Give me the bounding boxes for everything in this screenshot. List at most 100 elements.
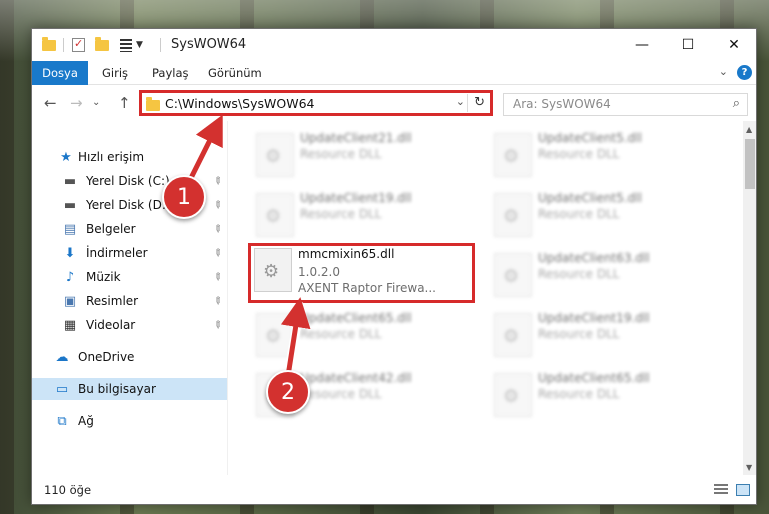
file-name: UpdateClient5.dll — [538, 131, 642, 145]
refresh-icon[interactable]: ↻ — [474, 95, 485, 110]
properties-check-icon[interactable] — [72, 36, 85, 54]
cloud-icon: ☁ — [55, 349, 69, 365]
dll-file-icon — [256, 193, 294, 237]
sidebar-item-resimler[interactable]: ▣ Resimler ✎ — [32, 290, 227, 312]
customize-icon[interactable] — [116, 36, 132, 54]
file-version: 1.0.2.0 — [298, 265, 340, 279]
up-button[interactable]: ↑ — [118, 94, 131, 112]
scroll-thumb[interactable] — [745, 139, 755, 189]
address-bar[interactable]: C:\Windows\SysWOW64 ⌄ ↻ — [139, 90, 493, 116]
star-icon: ★ — [60, 149, 72, 165]
file-name: mmcmixin65.dll — [298, 247, 395, 261]
dll-file-icon — [494, 373, 532, 417]
recent-locations-icon[interactable]: ⌄ — [92, 97, 100, 108]
pin-icon[interactable]: ✎ — [210, 222, 224, 236]
sidebar-item-onedrive[interactable]: ☁ OneDrive — [32, 346, 227, 368]
videos-icon: ▦ — [63, 317, 77, 333]
dll-file-icon — [494, 193, 532, 237]
ribbon-tabs: Dosya Giriş Paylaş Görünüm ⌄ ? — [32, 61, 756, 85]
vertical-scrollbar[interactable]: ▲ ▼ — [743, 121, 756, 475]
pin-icon[interactable]: ✎ — [210, 294, 224, 308]
dll-file-icon — [494, 133, 532, 177]
minimize-button[interactable]: — — [619, 29, 665, 61]
file-description: AXENT Raptor Firewa... — [298, 281, 436, 295]
quick-access-dropdown-icon[interactable]: ▼ — [136, 36, 143, 54]
sidebar-item-hızlı-erişim[interactable]: ★ Hızlı erişim — [32, 146, 227, 168]
sidebar-item-ağ[interactable]: ⧉ Ağ — [32, 410, 227, 432]
address-dropdown-icon[interactable]: ⌄ — [456, 95, 465, 108]
dll-file-icon — [254, 248, 292, 292]
file-type: Resource DLL — [300, 387, 382, 401]
file-type: Resource DLL — [300, 207, 382, 221]
sidebar-item-videolar[interactable]: ▦ Videolar ✎ — [32, 314, 227, 336]
item-count: 110 öğe — [44, 483, 92, 497]
title-bar: ▼ SysWOW64 — ☐ ✕ — [32, 29, 756, 61]
file-item[interactable]: UpdateClient21.dll Resource DLL — [248, 127, 473, 183]
drive-icon: ▬ — [63, 173, 77, 189]
folder-icon — [146, 97, 160, 111]
file-item[interactable]: UpdateClient5.dll Resource DLL — [486, 127, 711, 183]
network-icon: ⧉ — [57, 413, 67, 429]
dll-file-icon — [256, 133, 294, 177]
help-icon[interactable]: ? — [737, 65, 752, 80]
toolbar-separator — [63, 38, 64, 52]
sidebar-item-label: Hızlı erişim — [78, 150, 145, 164]
drive-icon: ▬ — [63, 197, 77, 213]
sidebar-item-label: İndirmeler — [86, 246, 148, 260]
file-type: Resource DLL — [300, 327, 382, 341]
pin-icon[interactable]: ✎ — [210, 174, 224, 188]
pin-icon[interactable]: ✎ — [210, 270, 224, 284]
scroll-down-icon[interactable]: ▼ — [746, 463, 752, 472]
back-button[interactable]: ← — [44, 94, 57, 112]
file-item[interactable]: UpdateClient19.dll Resource DLL — [248, 187, 473, 243]
search-icon[interactable]: ⌕ — [733, 96, 740, 111]
sidebar-item-müzik[interactable]: ♪ Müzik ✎ — [32, 266, 227, 288]
tiles-view-icon[interactable] — [736, 484, 750, 496]
file-type: Resource DLL — [538, 147, 620, 161]
file-item[interactable]: UpdateClient65.dll Resource DLL — [486, 367, 711, 423]
pictures-icon: ▣ — [63, 293, 77, 309]
pin-icon[interactable]: ✎ — [210, 246, 224, 260]
sidebar-item-label: Yerel Disk (C:) — [86, 174, 170, 188]
documents-icon: ▤ — [63, 221, 77, 237]
file-item[interactable]: UpdateClient63.dll Resource DLL — [486, 247, 711, 303]
tab-home[interactable]: Giriş — [102, 66, 128, 80]
window-title: SysWOW64 — [171, 37, 247, 52]
file-explorer-window: ▼ SysWOW64 — ☐ ✕ Dosya Giriş Paylaş Görü… — [31, 28, 757, 505]
close-button[interactable]: ✕ — [711, 29, 756, 61]
file-item[interactable]: UpdateClient19.dll Resource DLL — [486, 307, 711, 363]
file-item[interactable]: mmcmixin65.dll 1.0.2.0 AXENT Raptor Firewa… — [248, 243, 475, 303]
navigation-pane: ★ Hızlı erişim ▬ Yerel Disk (C:) ✎ ▬ Yerel Dis… — [32, 121, 227, 475]
maximize-button[interactable]: ☐ — [665, 29, 711, 61]
sidebar-item-label: Videolar — [86, 318, 136, 332]
sidebar-item-label: Belgeler — [86, 222, 136, 236]
search-placeholder: Ara: SysWOW64 — [513, 97, 611, 111]
new-folder-icon[interactable] — [95, 36, 109, 54]
pin-icon[interactable]: ✎ — [210, 318, 224, 332]
address-separator — [467, 94, 468, 112]
file-item[interactable]: UpdateClient65.dll Resource DLL — [248, 307, 473, 363]
sidebar-item-bu-bilgisayar[interactable]: ▭ Bu bilgisayar — [32, 378, 227, 400]
sidebar-item-i-ndirmeler[interactable]: ⬇ İndirmeler ✎ — [32, 242, 227, 264]
downloads-icon: ⬇ — [64, 245, 76, 261]
dll-file-icon — [256, 313, 294, 357]
sidebar-item-belgeler[interactable]: ▤ Belgeler ✎ — [32, 218, 227, 240]
file-list: UpdateClient21.dllResource DLLUpdateClie… — [228, 121, 743, 475]
callout-badge-2: 2 — [266, 370, 310, 414]
tab-file[interactable]: Dosya — [32, 61, 88, 85]
file-item[interactable]: UpdateClient5.dll Resource DLL — [486, 187, 711, 243]
tab-share[interactable]: Paylaş — [152, 66, 189, 80]
forward-button[interactable]: → — [70, 94, 83, 112]
tab-view[interactable]: Görünüm — [208, 66, 262, 80]
search-input[interactable]: Ara: SysWOW64 ⌕ — [503, 93, 748, 116]
file-name: UpdateClient63.dll — [538, 251, 650, 265]
file-type: Resource DLL — [300, 147, 382, 161]
sidebar-item-label: Resimler — [86, 294, 139, 308]
toolbar-separator — [160, 38, 161, 52]
ribbon-expand-icon[interactable]: ⌄ — [719, 65, 728, 78]
sidebar-item-label: Ağ — [78, 414, 94, 428]
scroll-up-icon[interactable]: ▲ — [746, 125, 752, 134]
music-icon: ♪ — [65, 269, 75, 285]
pin-icon[interactable]: ✎ — [210, 198, 224, 212]
details-view-icon[interactable] — [714, 484, 728, 496]
